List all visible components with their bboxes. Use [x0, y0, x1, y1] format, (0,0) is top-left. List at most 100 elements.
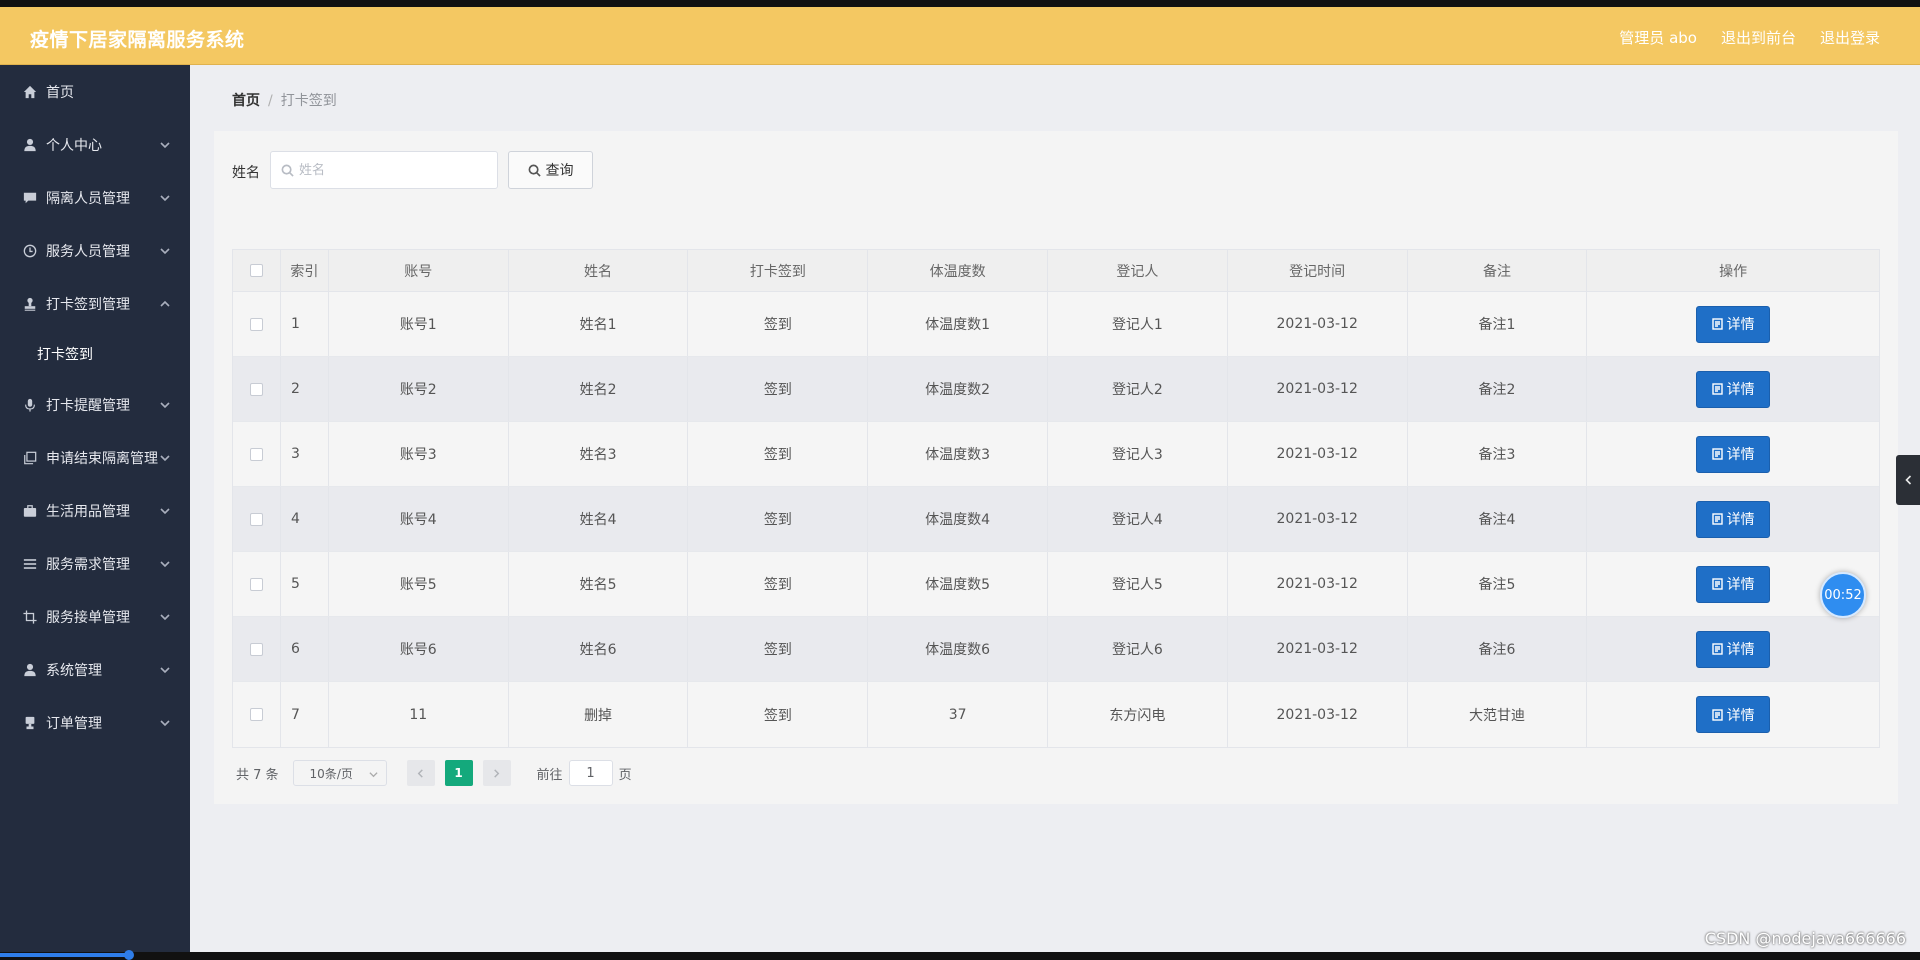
briefcase-icon [22, 503, 38, 519]
cell-registrar: 登记人1 [1048, 292, 1228, 356]
cell-register-time: 2021-03-12 [1228, 617, 1408, 681]
cell-registrar: 登记人3 [1048, 422, 1228, 486]
pagination-total: 共 7 条 [236, 767, 279, 783]
row-checkbox[interactable] [249, 382, 263, 396]
cell-name: 姓名4 [509, 487, 689, 551]
cell-account: 账号4 [329, 487, 509, 551]
header-registrar: 登记人 [1048, 250, 1228, 291]
sidebar-item-label: 个人中心 [46, 137, 102, 154]
side-drawer-toggle[interactable] [1896, 455, 1920, 505]
checkin-table: 索引 账号 姓名 打卡签到 体温度数 登记人 登记时间 备注 操作 1 账号1 … [232, 249, 1880, 748]
detail-button[interactable]: 详情 [1696, 565, 1771, 603]
detail-button[interactable]: 详情 [1696, 305, 1771, 343]
sidebar-subitem-label: 打卡签到 [37, 347, 93, 363]
sidebar-subitem-checkin[interactable]: 打卡签到 [0, 330, 190, 378]
cell-account: 账号6 [329, 617, 509, 681]
home-icon [22, 84, 38, 100]
sidebar-item-service-staff[interactable]: 服务人员管理 [0, 224, 190, 277]
row-checkbox[interactable] [249, 447, 263, 461]
sidebar-item-daily-supplies[interactable]: 生活用品管理 [0, 484, 190, 537]
cell-actions: 详情 [1587, 682, 1879, 747]
cell-temperature: 体温度数2 [868, 357, 1049, 421]
cell-account: 账号2 [329, 357, 509, 421]
mic-icon [22, 397, 38, 413]
cell-actions: 详情 [1587, 617, 1879, 681]
row-checkbox-cell [233, 617, 281, 681]
sidebar-item-checkin-reminder[interactable]: 打卡提醒管理 [0, 378, 190, 431]
detail-button[interactable]: 详情 [1696, 435, 1771, 473]
chevron-down-icon [368, 772, 378, 778]
detail-button[interactable]: 详情 [1696, 630, 1771, 668]
stamp-icon [22, 296, 38, 312]
sidebar-item-order-management[interactable]: 订单管理 [0, 696, 190, 749]
document-icon [1711, 708, 1723, 721]
sidebar-item-personal-center[interactable]: 个人中心 [0, 118, 190, 171]
goto-page-input[interactable] [568, 760, 613, 786]
row-checkbox[interactable] [249, 512, 263, 526]
window-top-border [0, 0, 1920, 7]
chevron-down-icon [160, 451, 170, 462]
table-row: 2 账号2 姓名2 签到 体温度数2 登记人2 2021-03-12 备注2 详… [233, 357, 1879, 422]
cell-register-time: 2021-03-12 [1228, 552, 1408, 616]
row-checkbox[interactable] [249, 708, 263, 721]
detail-button[interactable]: 详情 [1696, 500, 1771, 538]
detail-button[interactable]: 详情 [1696, 696, 1771, 733]
video-progress-fill [0, 953, 130, 957]
detail-button-label: 详情 [1726, 382, 1755, 398]
sidebar-item-service-demand[interactable]: 服务需求管理 [0, 537, 190, 590]
cell-register-time: 2021-03-12 [1228, 682, 1408, 747]
cell-account: 账号1 [329, 292, 509, 356]
stamp-icon [22, 715, 38, 731]
detail-button-label: 详情 [1726, 512, 1755, 528]
cell-checkin: 签到 [688, 682, 869, 747]
copy-icon [22, 450, 38, 466]
cell-temperature: 体温度数5 [868, 552, 1049, 616]
detail-button[interactable]: 详情 [1696, 370, 1771, 408]
cell-register-time: 2021-03-12 [1228, 487, 1408, 551]
prev-page-button[interactable] [406, 760, 435, 786]
breadcrumb-home[interactable]: 首页 [232, 93, 260, 109]
chevron-down-icon [160, 191, 170, 202]
page-number-current[interactable]: 1 [444, 760, 473, 786]
breadcrumb-current: 打卡签到 [280, 93, 337, 109]
cell-index: 4 [281, 487, 329, 551]
select-all-checkbox[interactable] [249, 264, 263, 277]
detail-button-label: 详情 [1726, 642, 1755, 658]
search-name-field[interactable] [270, 151, 498, 189]
cell-checkin: 签到 [688, 617, 869, 681]
sidebar-item-system-management[interactable]: 系统管理 [0, 643, 190, 696]
cell-registrar: 东方闪电 [1048, 682, 1228, 747]
video-progress-knob[interactable] [124, 950, 134, 960]
sidebar-item-end-isolation[interactable]: 申请结束隔离管理 [0, 431, 190, 484]
cell-temperature: 体温度数1 [868, 292, 1049, 356]
cell-name: 姓名6 [509, 617, 689, 681]
header-index: 索引 [281, 250, 329, 291]
sidebar-item-home[interactable]: 首页 [0, 65, 190, 118]
csdn-watermark: CSDN @nodejava666666 [1704, 929, 1906, 948]
video-progress-bar[interactable] [0, 950, 1920, 960]
header-note: 备注 [1408, 250, 1588, 291]
sidebar-item-isolation-people[interactable]: 隔离人员管理 [0, 171, 190, 224]
chevron-down-icon [160, 244, 170, 255]
breadcrumb-separator: / [268, 93, 273, 109]
query-button[interactable]: 查询 [508, 151, 593, 189]
chevron-right-icon [494, 768, 500, 778]
app-header: 疫情下居家隔离服务系统 管理员 abo 退出到前台 退出登录 [0, 7, 1920, 65]
header-actions: 操作 [1719, 263, 1748, 280]
pagination: 共 7 条 10条/页 1 前往 页 [232, 759, 632, 787]
row-checkbox[interactable] [249, 317, 263, 331]
cell-checkin: 签到 [688, 357, 869, 421]
sidebar-item-service-orders[interactable]: 服务接单管理 [0, 590, 190, 643]
row-checkbox-cell [233, 552, 281, 616]
exit-to-front-link[interactable]: 退出到前台 [1721, 27, 1796, 48]
row-checkbox[interactable] [249, 577, 263, 591]
header-register-time: 登记时间 [1228, 250, 1408, 291]
row-checkbox[interactable] [249, 642, 263, 656]
document-icon [1711, 578, 1723, 590]
logout-link[interactable]: 退出登录 [1820, 27, 1880, 48]
next-page-button[interactable] [482, 760, 511, 786]
row-checkbox-cell [233, 487, 281, 551]
search-name-input[interactable] [299, 162, 489, 178]
sidebar-item-checkin-management[interactable]: 打卡签到管理 [0, 277, 190, 330]
page-size-select[interactable]: 10条/页 [292, 760, 387, 786]
